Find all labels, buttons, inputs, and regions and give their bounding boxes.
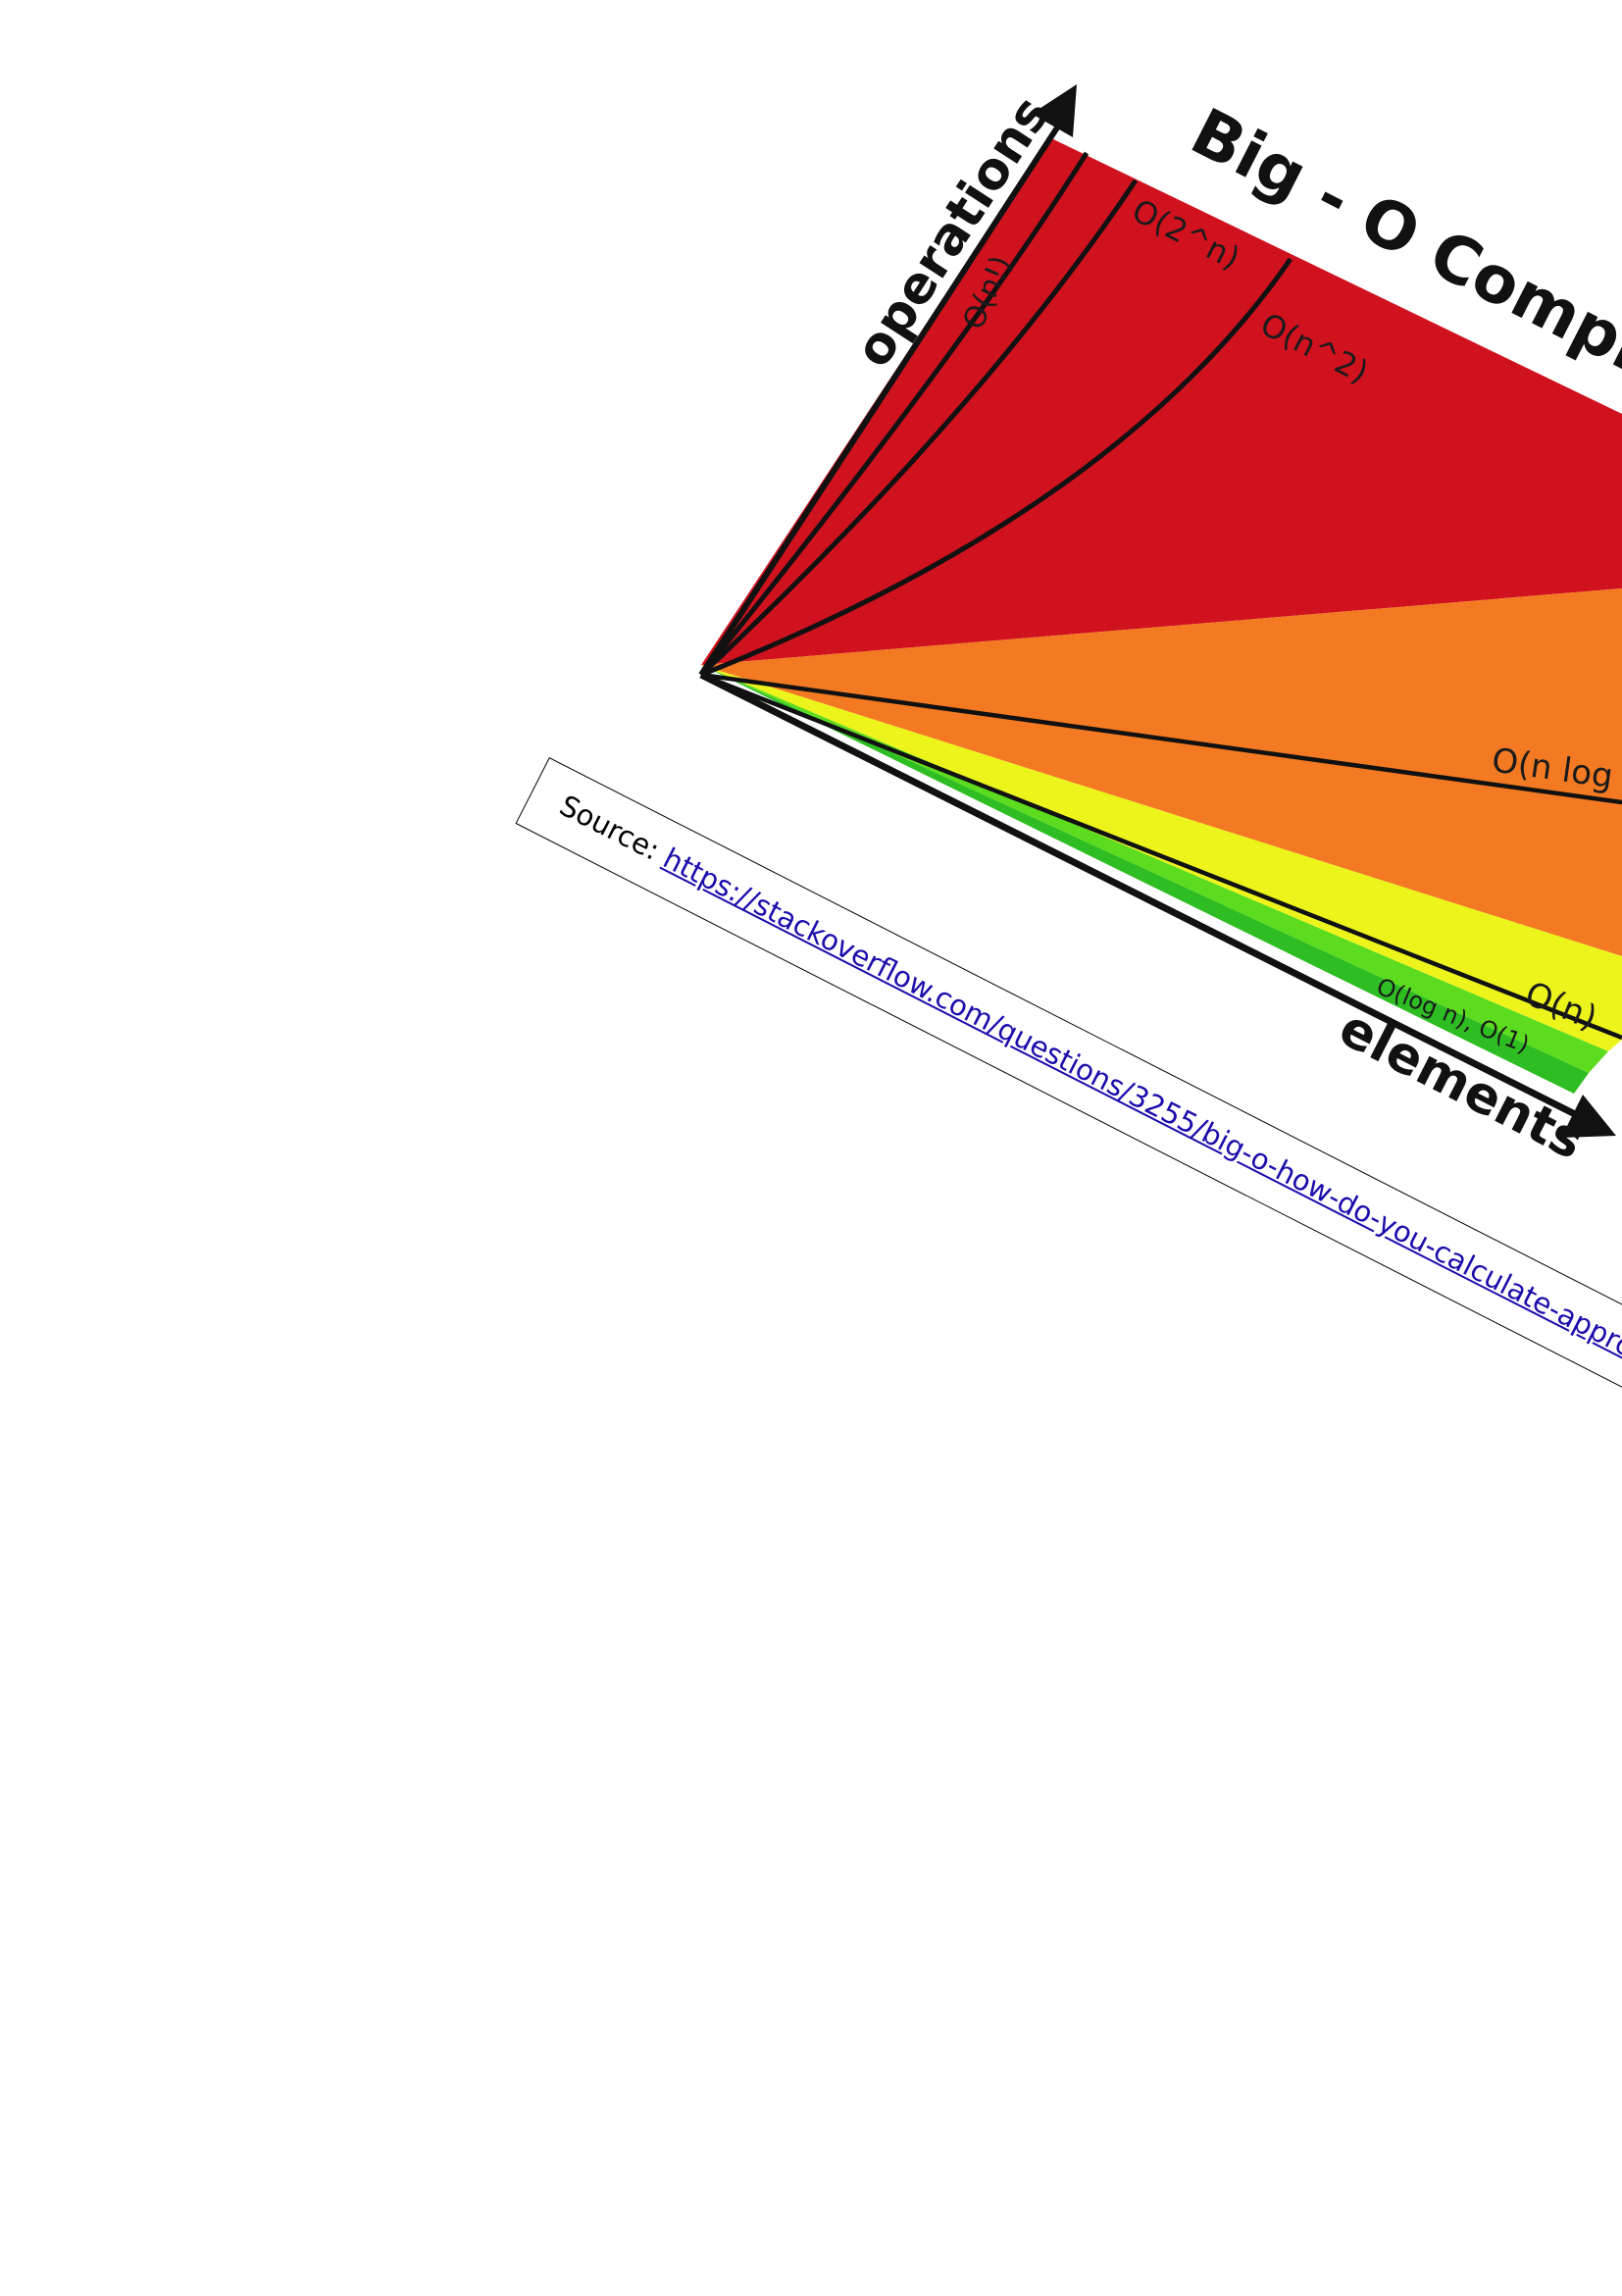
document-page: operations elements Big - O Complexi O(n… bbox=[0, 0, 1622, 2296]
big-o-complexity-figure: operations elements Big - O Complexi O(n… bbox=[698, 84, 1622, 1171]
